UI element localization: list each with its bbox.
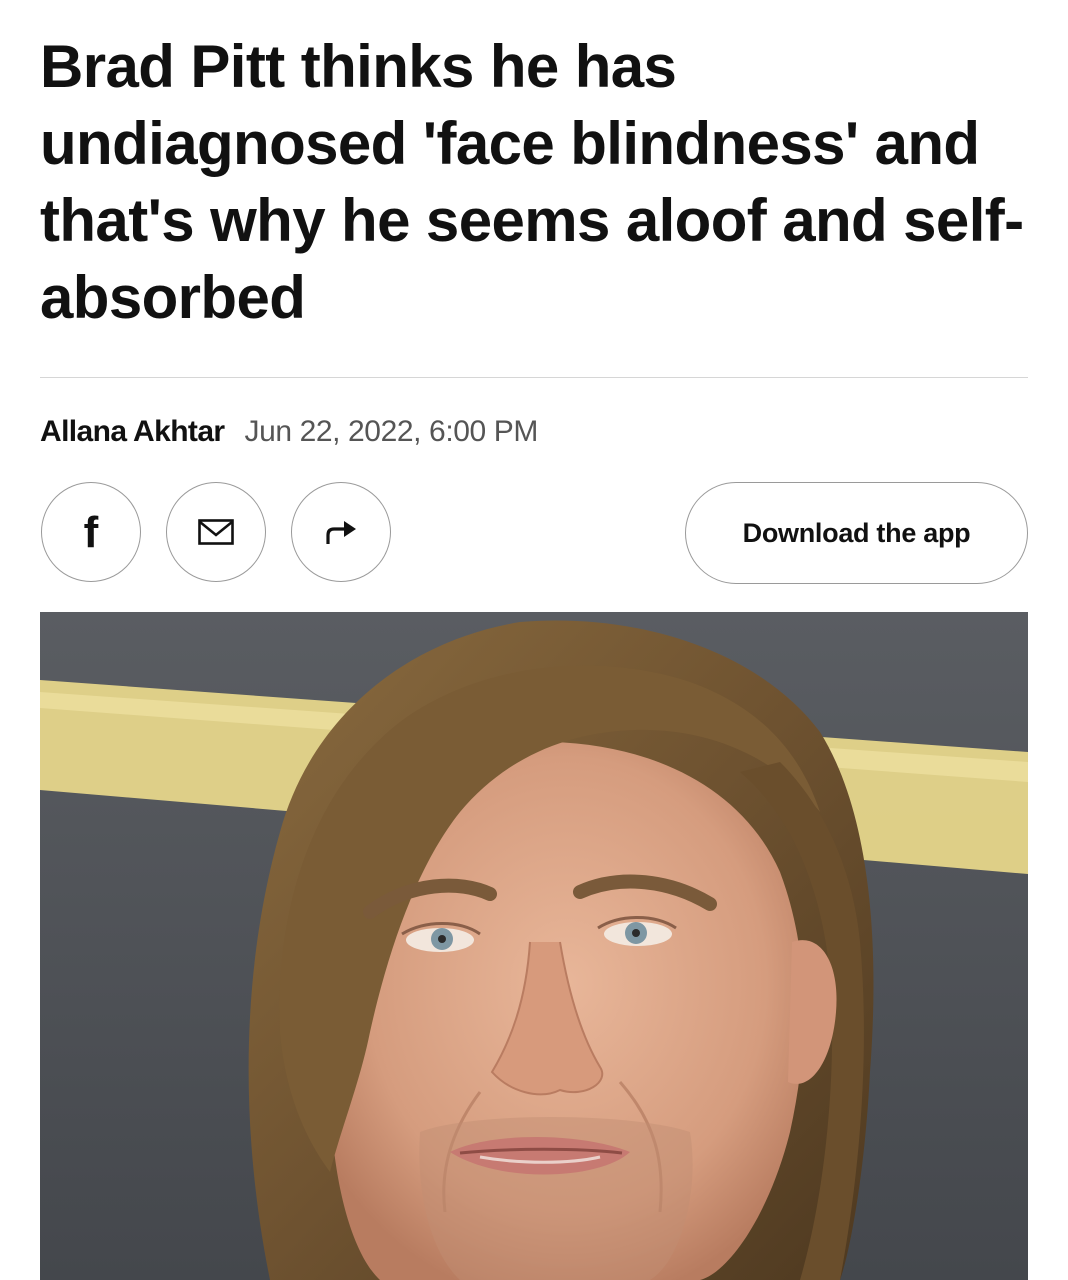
facebook-share-button[interactable]: f <box>41 482 141 582</box>
article-page: Brad Pitt thinks he has undiagnosed 'fac… <box>0 0 1068 1280</box>
download-app-label: Download the app <box>742 517 971 548</box>
portrait-photo <box>40 612 1028 1280</box>
more-share-button[interactable] <box>291 482 391 582</box>
byline: Allana Akhtar Jun 22, 2022, 6:00 PM <box>40 412 538 452</box>
article-headline: Brad Pitt thinks he has undiagnosed 'fac… <box>40 33 1024 331</box>
header-divider <box>40 377 1028 378</box>
email-share-button[interactable] <box>166 482 266 582</box>
share-forward-icon <box>326 521 356 544</box>
author-link[interactable]: Allana Akhtar <box>40 415 225 449</box>
facebook-icon: f <box>83 508 99 557</box>
download-app-button[interactable]: Download the app <box>685 482 1028 584</box>
email-icon <box>198 519 234 545</box>
article-hero-image <box>40 612 1028 1280</box>
publish-timestamp: Jun 22, 2022, 6:00 PM <box>244 415 538 448</box>
